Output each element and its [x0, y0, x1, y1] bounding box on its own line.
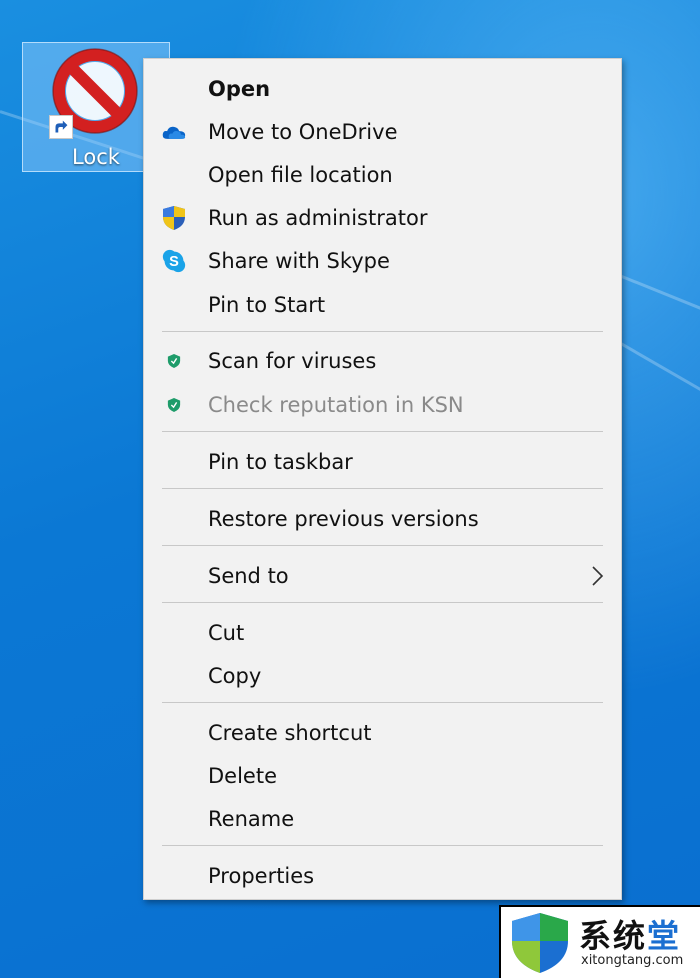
menu-item-run-as-administrator[interactable]: Run as administrator: [144, 198, 621, 238]
site-watermark: 系统堂 xitongtang.com: [499, 905, 700, 978]
menu-item-label: Pin to Start: [208, 293, 326, 317]
watermark-chinese-text: 系统堂: [579, 917, 682, 955]
menu-item-label: Pin to taskbar: [208, 450, 353, 474]
menu-item-label: Scan for viruses: [208, 349, 377, 373]
menu-item-move-to-onedrive[interactable]: Move to OneDrive: [144, 112, 621, 152]
menu-item-label: Run as administrator: [208, 206, 428, 230]
menu-separator: [162, 331, 603, 332]
menu-item-label: Create shortcut: [208, 721, 372, 745]
menu-item-open[interactable]: Open: [144, 69, 621, 109]
menu-separator: [162, 488, 603, 489]
uac-shield-icon: [162, 206, 186, 230]
menu-item-scan-for-viruses[interactable]: Scan for viruses: [144, 341, 621, 381]
menu-item-pin-to-taskbar[interactable]: Pin to taskbar: [144, 442, 621, 482]
svg-text:S: S: [169, 254, 179, 270]
menu-item-create-shortcut[interactable]: Create shortcut: [144, 713, 621, 753]
menu-item-open-file-location[interactable]: Open file location: [144, 155, 621, 195]
menu-separator: [162, 602, 603, 603]
menu-item-label: Share with Skype: [208, 249, 390, 273]
menu-item-label: Restore previous versions: [208, 507, 479, 531]
menu-separator: [162, 845, 603, 846]
menu-item-label: Open: [208, 77, 271, 101]
menu-item-pin-to-start[interactable]: Pin to Start: [144, 285, 621, 325]
chevron-right-icon: [592, 566, 604, 586]
shortcut-arrow-icon: [49, 115, 73, 139]
menu-item-delete[interactable]: Delete: [144, 756, 621, 796]
skype-icon: S: [162, 249, 186, 273]
menu-item-copy[interactable]: Copy: [144, 656, 621, 696]
kaspersky-shield-icon: [162, 349, 186, 373]
menu-item-label: Send to: [208, 564, 289, 588]
menu-separator: [162, 702, 603, 703]
menu-item-label: Copy: [208, 664, 262, 688]
watermark-url: xitongtang.com: [581, 953, 684, 968]
menu-item-properties[interactable]: Properties: [144, 856, 621, 896]
menu-item-label: Check reputation in KSN: [208, 393, 464, 417]
menu-item-label: Rename: [208, 807, 295, 831]
menu-separator: [162, 431, 603, 432]
menu-item-rename[interactable]: Rename: [144, 799, 621, 839]
menu-item-label: Properties: [208, 864, 315, 888]
menu-item-label: Move to OneDrive: [208, 120, 398, 144]
menu-item-label: Cut: [208, 621, 245, 645]
windows-shield-logo-icon: [512, 913, 568, 973]
menu-item-share-with-skype[interactable]: S Share with Skype: [144, 241, 621, 281]
menu-item-label: Open file location: [208, 163, 393, 187]
onedrive-icon: [162, 120, 186, 144]
menu-item-send-to[interactable]: Send to: [144, 556, 621, 596]
menu-item-cut[interactable]: Cut: [144, 613, 621, 653]
menu-separator: [162, 545, 603, 546]
menu-item-restore-previous-versions[interactable]: Restore previous versions: [144, 499, 621, 539]
menu-item-label: Delete: [208, 764, 277, 788]
kaspersky-shield-icon: [162, 393, 186, 417]
context-menu: Open Move to OneDrive Open file location…: [143, 58, 622, 900]
menu-item-check-reputation-ksn: Check reputation in KSN: [144, 385, 621, 425]
